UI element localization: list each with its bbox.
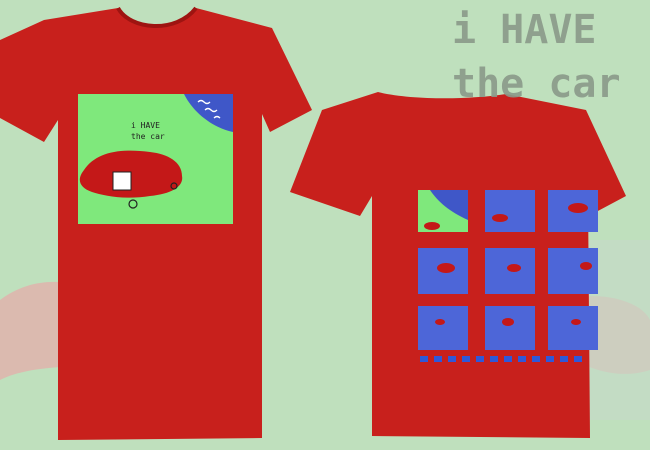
car-icon [502, 318, 514, 326]
front-print [78, 94, 233, 224]
back-panel [485, 306, 535, 350]
car-icon [507, 264, 521, 272]
car-icon [492, 214, 508, 222]
back-panel [548, 306, 598, 350]
car-icon [571, 319, 581, 325]
background-caption-line2: the car [452, 61, 621, 107]
car-icon [568, 203, 588, 213]
car-icon [580, 262, 592, 270]
back-print [418, 190, 598, 362]
car-icon [437, 263, 455, 273]
driver-face-icon [112, 171, 132, 191]
car-icon [424, 222, 440, 230]
front-print-caption-line1: i HAVE [131, 121, 160, 130]
back-panel [418, 306, 468, 350]
back-panel [548, 248, 598, 294]
front-print-caption-line2: the car [131, 132, 165, 141]
car-icon [435, 319, 445, 325]
background-caption-line1: i HAVE [452, 7, 597, 53]
back-panel [485, 190, 535, 232]
